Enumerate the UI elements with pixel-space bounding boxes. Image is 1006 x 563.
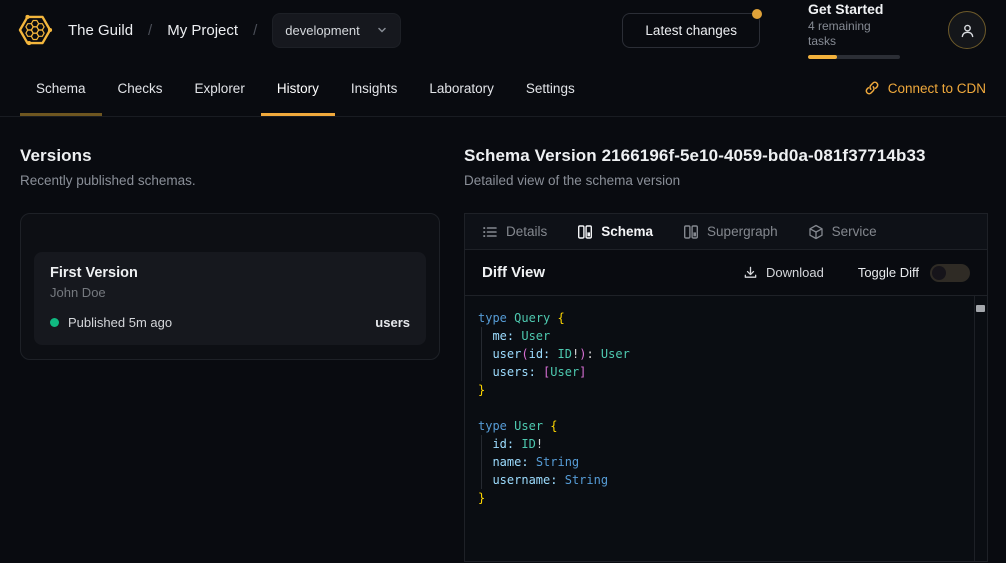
breadcrumb-separator: / (253, 22, 257, 39)
diff-header: Diff View Download Toggle Diff (465, 250, 987, 295)
tab-schema[interactable]: Schema (20, 60, 102, 116)
download-icon (743, 265, 758, 280)
connect-to-cdn-link[interactable]: Connect to CDN (864, 60, 986, 116)
notification-dot (752, 9, 762, 19)
toggle-diff-label: Toggle Diff (858, 265, 919, 280)
version-status: Published 5m ago (68, 315, 172, 330)
version-meta-row: Published 5m ago users (50, 315, 410, 330)
versions-section: Versions Recently published schemas. Fir… (0, 117, 464, 360)
tab-insights[interactable]: Insights (335, 60, 414, 116)
code-scrollbar[interactable] (974, 296, 987, 561)
connect-to-cdn-label: Connect to CDN (888, 81, 986, 96)
toggle-knob (932, 266, 946, 280)
download-button[interactable]: Download (743, 265, 824, 280)
version-detail-subtitle: Detailed view of the schema version (464, 173, 988, 188)
code-line: user(id: ID!): User (478, 345, 967, 363)
version-detail-section: Schema Version 2166196f-5e10-4059-bd0a-0… (464, 117, 1006, 562)
code-line (478, 399, 967, 417)
code-lines: type Query { me: User user(id: ID!): Use… (465, 296, 987, 520)
tab-supergraph[interactable]: Supergraph (683, 224, 778, 240)
tab-history[interactable]: History (261, 60, 335, 116)
tab-service-label: Service (832, 224, 877, 239)
tab-details-label: Details (506, 224, 547, 239)
version-detail-panel: Details Schema Super (464, 213, 988, 562)
version-author: John Doe (50, 285, 410, 300)
breadcrumb-org[interactable]: The Guild (68, 22, 133, 39)
code-line: } (478, 381, 967, 399)
tab-explorer[interactable]: Explorer (179, 60, 261, 116)
detail-tabs: Details Schema Super (465, 214, 987, 250)
tab-checks[interactable]: Checks (102, 60, 179, 116)
columns-icon (577, 224, 593, 240)
version-list-item[interactable]: First Version John Doe Published 5m ago … (34, 252, 426, 345)
code-line: type User { (478, 417, 967, 435)
diff-view-title: Diff View (482, 264, 545, 281)
toggle-diff-control: Toggle Diff (858, 264, 970, 282)
code-line: } (478, 489, 967, 507)
code-line: username: String (478, 471, 967, 489)
tab-schema-view[interactable]: Schema (577, 224, 653, 240)
versions-list: First Version John Doe Published 5m ago … (20, 213, 440, 360)
breadcrumb-separator: / (148, 22, 152, 39)
progress-fill (808, 55, 837, 59)
breadcrumb-project[interactable]: My Project (167, 22, 238, 39)
breadcrumb: The Guild / My Project / development (68, 13, 401, 48)
tab-schema-view-label: Schema (601, 224, 653, 239)
versions-subtitle: Recently published schemas. (20, 173, 440, 188)
version-name: First Version (50, 265, 410, 281)
header-right: Latest changes Get Started 4 remaining t… (622, 1, 986, 59)
target-selector-value: development (285, 23, 359, 38)
get-started-subtitle: 4 remaining tasks (808, 19, 900, 49)
diff-actions: Download Toggle Diff (743, 264, 970, 282)
tab-service[interactable]: Service (808, 224, 877, 240)
latest-changes-button[interactable]: Latest changes (622, 13, 760, 48)
user-avatar[interactable] (948, 11, 986, 49)
code-line: id: ID! (478, 435, 967, 453)
latest-changes-label: Latest changes (645, 23, 737, 38)
code-line: me: User (478, 327, 967, 345)
schema-code-viewer[interactable]: type Query { me: User user(id: ID!): Use… (465, 295, 987, 561)
version-detail-title: Schema Version 2166196f-5e10-4059-bd0a-0… (464, 146, 988, 166)
code-line: name: String (478, 453, 967, 471)
columns-icon (683, 224, 699, 240)
versions-title: Versions (20, 146, 440, 166)
tab-laboratory[interactable]: Laboratory (413, 60, 510, 116)
cube-icon (808, 224, 824, 240)
get-started-widget[interactable]: Get Started 4 remaining tasks (808, 1, 900, 59)
tab-settings[interactable]: Settings (510, 60, 591, 116)
app-header: The Guild / My Project / development Lat… (0, 0, 1006, 60)
code-scrollbar-thumb[interactable] (976, 305, 985, 312)
chevron-down-icon (376, 24, 388, 36)
get-started-progress-bar (808, 55, 900, 59)
target-nav: Schema Checks Explorer History Insights … (0, 60, 1006, 117)
link-icon (864, 80, 880, 96)
person-icon (958, 21, 977, 40)
published-status-dot (50, 318, 59, 327)
main-content: Versions Recently published schemas. Fir… (0, 117, 1006, 562)
hive-hexagon-icon (16, 11, 54, 49)
code-line: users: [User] (478, 363, 967, 381)
download-label: Download (766, 265, 824, 280)
target-selector[interactable]: development (272, 13, 400, 48)
code-line: type Query { (478, 309, 967, 327)
toggle-diff-switch[interactable] (930, 264, 970, 282)
list-icon (482, 224, 498, 240)
tab-details[interactable]: Details (482, 224, 547, 240)
get-started-title: Get Started (808, 1, 900, 18)
tab-supergraph-label: Supergraph (707, 224, 778, 239)
hive-logo[interactable] (16, 11, 54, 49)
version-service-badge: users (375, 315, 410, 330)
